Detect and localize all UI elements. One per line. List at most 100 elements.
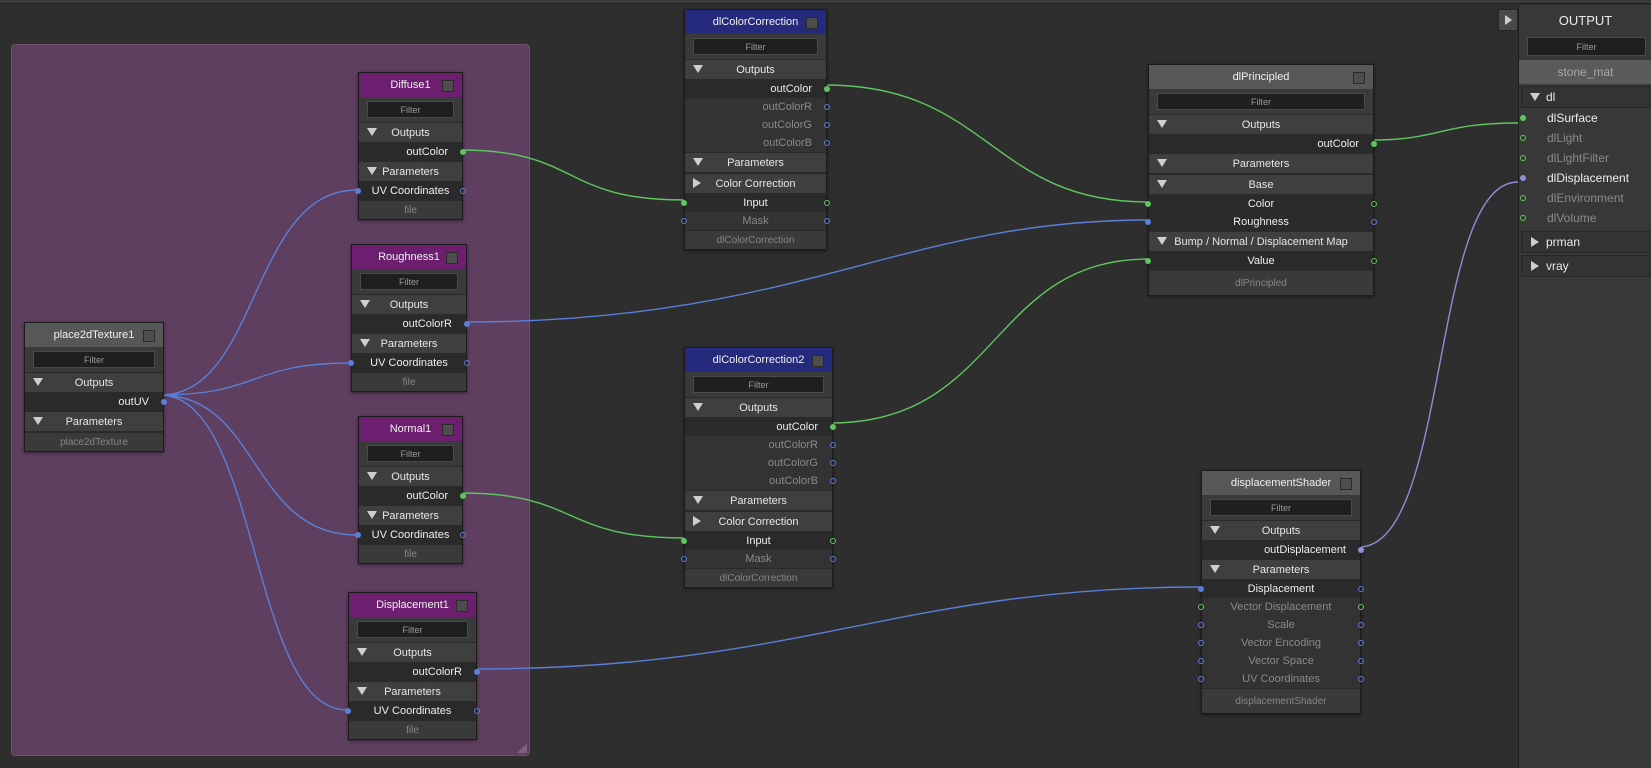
- node-toggle-button[interactable]: [442, 80, 454, 92]
- port-input[interactable]: Input: [681, 194, 830, 212]
- input-port-dot[interactable]: [1520, 175, 1526, 181]
- section-outputs[interactable]: Outputs: [1202, 520, 1360, 541]
- output-dlvolume[interactable]: dlVolume: [1519, 208, 1651, 228]
- expand-triangle-icon[interactable]: [1531, 261, 1539, 271]
- output-port-dot[interactable]: [824, 140, 830, 146]
- input-port-dot[interactable]: [1520, 215, 1526, 221]
- port-outuv[interactable]: outUV: [25, 393, 167, 411]
- output-port-dot[interactable]: [1358, 604, 1364, 610]
- input-port-dot[interactable]: [681, 556, 687, 562]
- group-vray[interactable]: vray: [1521, 255, 1650, 277]
- output-port-dot[interactable]: [830, 538, 836, 544]
- node-normal1[interactable]: Normal1 Filter Outputs outColor Paramete…: [355, 416, 466, 564]
- output-port-dot[interactable]: [1371, 201, 1377, 207]
- node-header[interactable]: dlPrincipled: [1149, 65, 1373, 89]
- collapse-triangle-icon[interactable]: [357, 687, 367, 695]
- section-outputs[interactable]: Outputs: [352, 294, 466, 315]
- section-parameters[interactable]: Parameters: [1149, 153, 1373, 174]
- section-color-correction[interactable]: Color Correction: [685, 173, 826, 194]
- section-color-correction[interactable]: Color Correction: [685, 511, 832, 532]
- output-port-dot[interactable]: [824, 86, 830, 92]
- node-dlcolorcorrection[interactable]: dlColorCorrection Filter Outputs outColo…: [681, 9, 830, 250]
- output-port-dot[interactable]: [1358, 622, 1364, 628]
- node-toggle-button[interactable]: [442, 424, 454, 436]
- node-filter-input[interactable]: Filter: [360, 273, 458, 290]
- port-outdisplacement[interactable]: outDisplacement: [1202, 541, 1364, 559]
- node-displacementshader[interactable]: displacementShader Filter Outputs outDis…: [1198, 470, 1364, 714]
- collapse-triangle-icon[interactable]: [693, 158, 703, 166]
- input-port-dot[interactable]: [345, 708, 351, 714]
- output-port-dot[interactable]: [1358, 547, 1364, 553]
- output-port-dot[interactable]: [1358, 640, 1364, 646]
- port-uv-coordinates[interactable]: UV Coordinates: [1198, 670, 1364, 688]
- input-port-dot[interactable]: [1198, 676, 1204, 682]
- output-port-dot[interactable]: [1358, 658, 1364, 664]
- output-port-dot[interactable]: [460, 188, 466, 194]
- port-outcolorr[interactable]: outColorR: [685, 98, 830, 116]
- collapse-panel-button[interactable]: [1498, 9, 1518, 31]
- collapse-triangle-icon[interactable]: [1157, 120, 1167, 128]
- output-port-dot[interactable]: [830, 424, 836, 430]
- port-vector-encoding[interactable]: Vector Encoding: [1198, 634, 1364, 652]
- node-toggle-button[interactable]: [812, 355, 824, 367]
- output-port-dot[interactable]: [1371, 258, 1377, 264]
- node-toggle-button[interactable]: [1340, 478, 1352, 490]
- port-displacement[interactable]: Displacement: [1198, 580, 1364, 598]
- section-parameters[interactable]: Parameters: [352, 333, 466, 354]
- input-port-dot[interactable]: [1198, 658, 1204, 664]
- section-parameters[interactable]: Parameters: [685, 152, 826, 173]
- port-value[interactable]: Value: [1145, 252, 1377, 270]
- section-base[interactable]: Base: [1149, 174, 1373, 195]
- node-filter-input[interactable]: Filter: [367, 445, 454, 462]
- port-mask[interactable]: Mask: [681, 550, 836, 568]
- output-port-dot[interactable]: [161, 399, 167, 405]
- section-outputs[interactable]: Outputs: [349, 642, 476, 663]
- node-toggle-button[interactable]: [446, 252, 458, 264]
- collapse-triangle-icon[interactable]: [1210, 526, 1220, 534]
- node-roughness1[interactable]: Roughness1 Filter Outputs outColorR Para…: [348, 244, 470, 392]
- output-port-dot[interactable]: [1358, 586, 1364, 592]
- node-header[interactable]: dlColorCorrection2: [685, 348, 832, 372]
- input-port-dot[interactable]: [1198, 604, 1204, 610]
- port-outcolorr[interactable]: outColorR: [349, 663, 480, 681]
- collapse-triangle-icon[interactable]: [1157, 159, 1167, 167]
- collapse-triangle-icon[interactable]: [367, 128, 377, 136]
- node-header[interactable]: Diffuse1: [359, 73, 462, 97]
- port-roughness[interactable]: Roughness: [1145, 213, 1377, 231]
- input-port-dot[interactable]: [1198, 622, 1204, 628]
- collapse-triangle-icon[interactable]: [1157, 180, 1167, 188]
- expand-triangle-icon[interactable]: [1531, 237, 1539, 247]
- output-port-dot[interactable]: [824, 122, 830, 128]
- port-scale[interactable]: Scale: [1198, 616, 1364, 634]
- section-parameters[interactable]: Parameters: [349, 681, 476, 702]
- port-outcolor[interactable]: outColor: [359, 143, 466, 161]
- group-prman[interactable]: prman: [1521, 231, 1650, 253]
- node-header[interactable]: dlColorCorrection: [685, 10, 826, 34]
- expand-triangle-icon[interactable]: [693, 178, 701, 188]
- collapse-triangle-icon[interactable]: [360, 300, 370, 308]
- port-outcolorr[interactable]: outColorR: [352, 315, 470, 333]
- output-port-dot[interactable]: [1371, 141, 1377, 147]
- node-filter-input[interactable]: Filter: [33, 351, 155, 368]
- port-outcolorb[interactable]: outColorB: [685, 472, 836, 490]
- collapse-triangle-icon[interactable]: [367, 511, 377, 519]
- node-filter-input[interactable]: Filter: [1157, 93, 1365, 110]
- section-bump-normal-displacement[interactable]: Bump / Normal / Displacement Map: [1149, 231, 1373, 252]
- input-port-dot[interactable]: [681, 538, 687, 544]
- node-place2dtexture[interactable]: place2dTexture1 Filter Outputs outUV Par…: [24, 322, 167, 452]
- output-port-dot[interactable]: [474, 669, 480, 675]
- port-outcolor[interactable]: outColor: [685, 80, 830, 98]
- section-outputs[interactable]: Outputs: [685, 59, 826, 80]
- input-port-dot[interactable]: [1520, 195, 1526, 201]
- node-header[interactable]: Displacement1: [349, 593, 476, 617]
- section-outputs[interactable]: Outputs: [685, 397, 832, 418]
- input-port-dot[interactable]: [355, 188, 361, 194]
- section-parameters[interactable]: Parameters: [685, 490, 832, 511]
- node-header[interactable]: displacementShader: [1202, 471, 1360, 495]
- port-color[interactable]: Color: [1145, 195, 1377, 213]
- collapse-triangle-icon[interactable]: [357, 648, 367, 656]
- output-dllightfilter[interactable]: dlLightFilter: [1519, 148, 1651, 168]
- node-header[interactable]: Normal1: [359, 417, 462, 441]
- collapse-triangle-icon[interactable]: [1530, 93, 1540, 101]
- node-toggle-button[interactable]: [1353, 72, 1365, 84]
